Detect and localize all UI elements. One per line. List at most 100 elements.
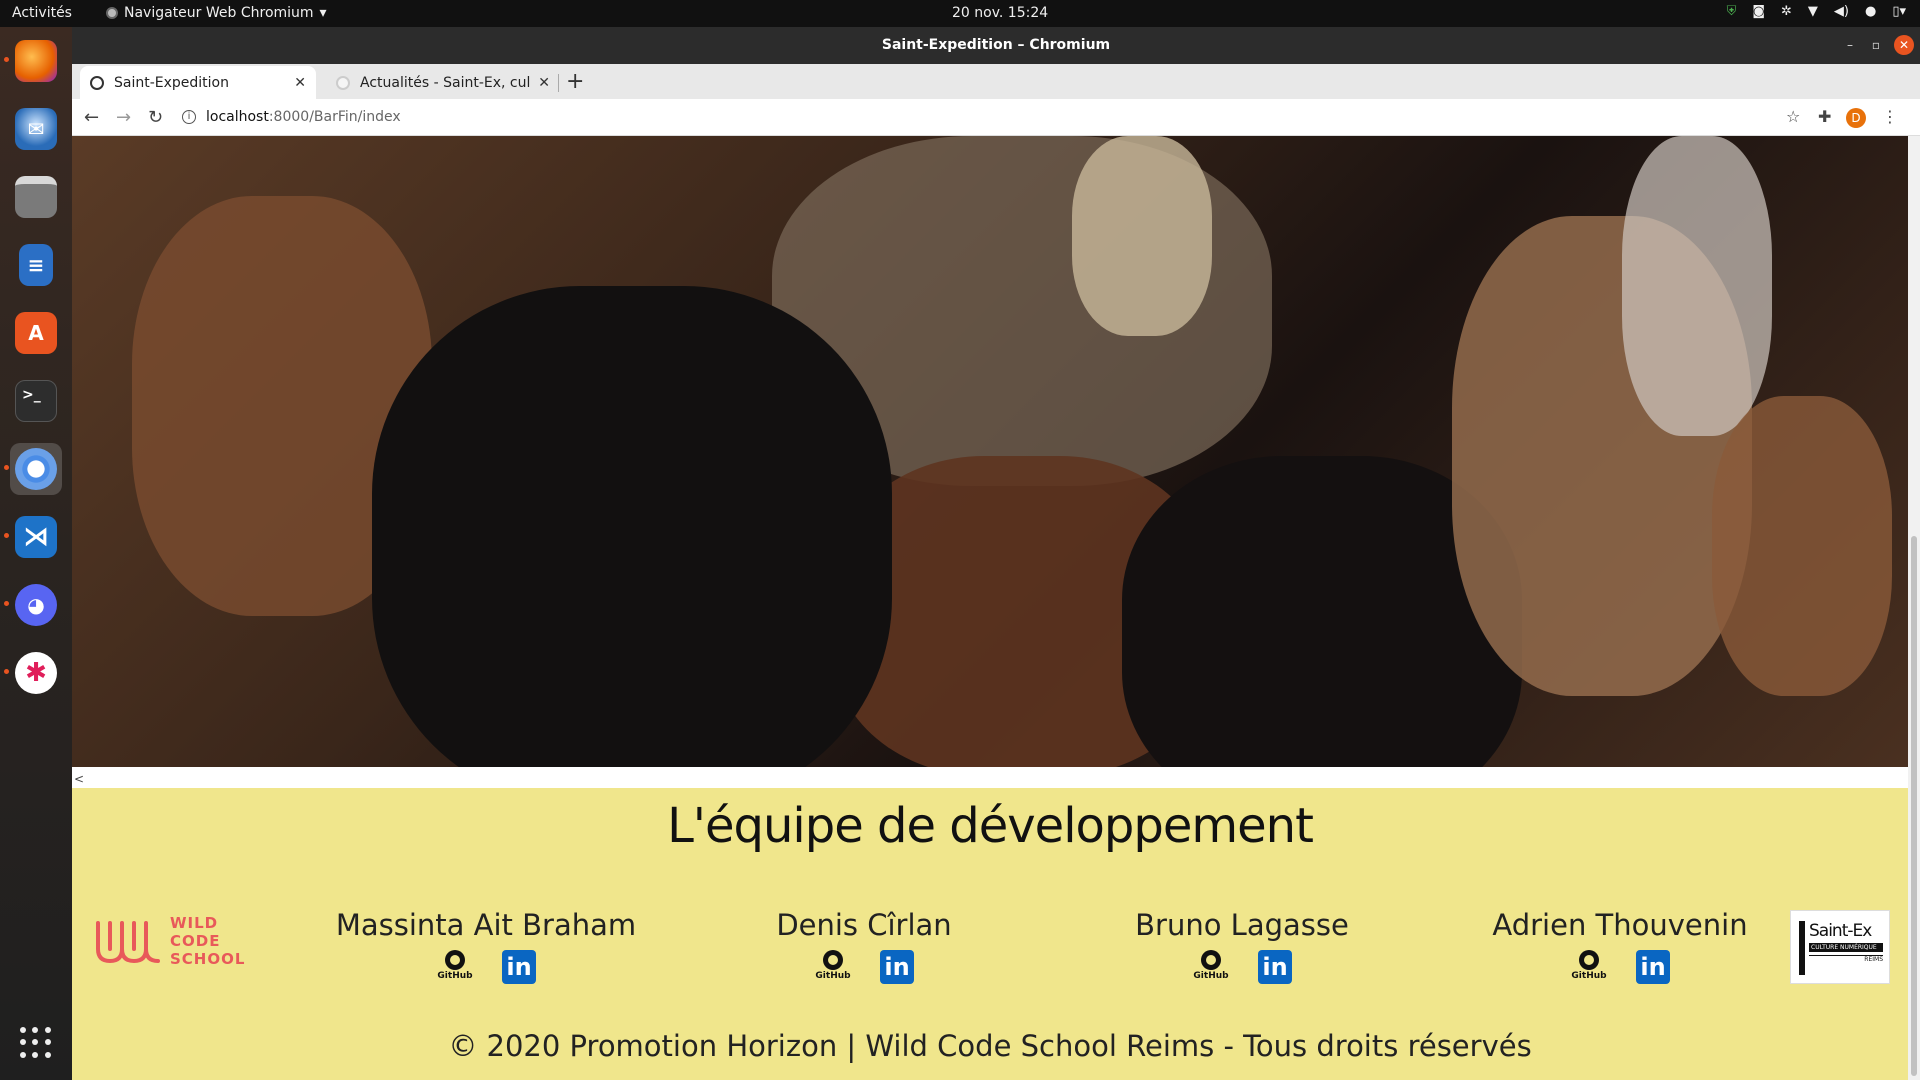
- dock-firefox[interactable]: [4, 35, 62, 87]
- window-title: Saint-Expedition – Chromium: [881, 37, 1111, 53]
- github-icon[interactable]: GitHub: [436, 950, 474, 984]
- saint-ex-logo-title: Saint-Ex: [1809, 921, 1872, 941]
- member-name: Bruno Lagasse: [1135, 908, 1349, 942]
- activities-button[interactable]: Activités: [12, 5, 72, 21]
- terminal-icon: >_: [15, 380, 57, 422]
- team-member: Denis Cîrlan GitHub in: [704, 908, 1024, 984]
- window-titlebar[interactable]: Saint-Expedition – Chromium – ▫ ✕: [72, 27, 1920, 64]
- tab-label: Saint-Expedition: [114, 74, 229, 91]
- dock-ubuntu-software[interactable]: A: [10, 307, 62, 359]
- tab-bar: Saint-Expedition ✕ Actualités - Saint-Ex…: [72, 64, 1920, 99]
- slack-icon: ✱: [15, 652, 57, 694]
- running-indicator: [4, 465, 9, 470]
- site-info-icon[interactable]: i: [182, 110, 196, 124]
- copyright-text: © 2020 Promotion Horizon | Wild Code Sch…: [448, 1029, 1532, 1063]
- firefox-icon: [15, 40, 57, 82]
- clock[interactable]: 20 nov. 15:24: [952, 5, 1048, 21]
- member-name: Massinta Ait Braham: [335, 908, 637, 942]
- menu-icon[interactable]: ⋮: [1882, 107, 1898, 126]
- running-indicator: [4, 57, 9, 62]
- github-icon[interactable]: GitHub: [1570, 950, 1608, 984]
- maximize-icon[interactable]: ▫: [1866, 35, 1886, 55]
- page-scrollbar[interactable]: [1908, 136, 1920, 1080]
- team-member: Massinta Ait Braham GitHub in: [326, 908, 646, 984]
- minimize-icon[interactable]: –: [1840, 35, 1860, 55]
- saint-ex-logo-city: REIMS: [1809, 955, 1883, 963]
- thunderbird-icon: ✉: [15, 108, 57, 150]
- saint-ex-logo-subtitle: CULTURE NUMÉRIQUE: [1809, 943, 1883, 952]
- tab-favicon: [336, 75, 350, 90]
- github-icon[interactable]: GitHub: [1192, 950, 1230, 984]
- battery-icon[interactable]: ▯▾: [1892, 4, 1906, 19]
- wifi-icon[interactable]: ▼: [1808, 4, 1818, 19]
- reload-icon[interactable]: ↻: [148, 107, 163, 128]
- discord-tray-icon[interactable]: ◙: [1752, 4, 1765, 19]
- extensions-icon[interactable]: ✚: [1818, 107, 1831, 126]
- volume-icon[interactable]: ◀): [1834, 4, 1849, 19]
- system-top-bar: Activités Navigateur Web Chromium ▾ 20 n…: [0, 0, 1920, 27]
- tab-actualites[interactable]: Actualités - Saint-Ex, cultu ✕: [326, 66, 560, 99]
- tab-label: Actualités - Saint-Ex, cultu: [360, 74, 530, 91]
- close-window-icon[interactable]: ✕: [1894, 35, 1914, 55]
- running-indicator: [4, 601, 9, 606]
- member-name: Adrien Thouvenin: [1492, 908, 1748, 942]
- back-icon[interactable]: ←: [84, 107, 99, 128]
- discord-icon: ◕: [15, 584, 57, 626]
- forward-icon[interactable]: →: [116, 107, 131, 128]
- linkedin-icon[interactable]: in: [502, 950, 536, 984]
- browser-toolbar: ← → ↻ i localhost :8000/BarFin/index ☆ ✚…: [72, 99, 1920, 136]
- browser-window: Saint-Expedition – Chromium – ▫ ✕ Saint-…: [72, 27, 1920, 1080]
- url-host: localhost: [206, 109, 269, 125]
- saint-ex-logo[interactable]: Saint-Ex CULTURE NUMÉRIQUE REIMS: [1790, 910, 1890, 984]
- linkedin-icon[interactable]: in: [1258, 950, 1292, 984]
- ubuntu-software-icon: A: [15, 312, 57, 354]
- writer-icon: ≡: [19, 244, 53, 286]
- member-name: Denis Cîrlan: [776, 908, 952, 942]
- github-icon[interactable]: GitHub: [814, 950, 852, 984]
- dock-files[interactable]: [10, 171, 62, 223]
- microphone-icon[interactable]: ●: [1865, 4, 1876, 19]
- close-tab-icon[interactable]: ✕: [538, 75, 550, 91]
- web-page: < L'équipe de développement WILD CODE SC…: [72, 136, 1908, 1080]
- dock-discord[interactable]: ◕: [4, 579, 62, 631]
- footer: L'équipe de développement WILD CODE SCHO…: [72, 788, 1908, 1080]
- profile-avatar[interactable]: D: [1846, 108, 1866, 128]
- url-path: :8000/BarFin/index: [268, 109, 401, 125]
- scrollbar-thumb[interactable]: [1911, 536, 1917, 1076]
- tab-saint-expedition[interactable]: Saint-Expedition ✕: [80, 66, 316, 99]
- running-indicator: [4, 669, 9, 674]
- running-indicator: [4, 533, 9, 538]
- hero-image: [72, 136, 1908, 767]
- system-tray[interactable]: ⛨ ◙ ✲ ▼ ◀) ● ▯▾: [1727, 4, 1906, 19]
- new-tab-icon[interactable]: +: [566, 69, 584, 94]
- bookmark-star-icon[interactable]: ☆: [1786, 107, 1800, 126]
- dock-chromium[interactable]: [4, 443, 62, 495]
- dock-thunderbird[interactable]: ✉: [10, 103, 62, 155]
- carousel-prev-button[interactable]: <: [74, 772, 84, 786]
- team-member: Bruno Lagasse GitHub in: [1082, 908, 1402, 984]
- linkedin-icon[interactable]: in: [880, 950, 914, 984]
- linkedin-icon[interactable]: in: [1636, 950, 1670, 984]
- tab-separator: [558, 74, 559, 92]
- shield-icon[interactable]: ⛨: [1727, 4, 1737, 19]
- slack-tray-icon[interactable]: ✲: [1781, 4, 1792, 19]
- dock-writer[interactable]: ≡: [10, 239, 62, 291]
- close-tab-icon[interactable]: ✕: [294, 75, 306, 91]
- vscode-icon: ⋊: [15, 516, 57, 558]
- team-title: L'équipe de développement: [667, 798, 1314, 854]
- wcs-mark-icon: [96, 921, 160, 964]
- chevron-down-icon: ▾: [319, 5, 327, 21]
- app-menu-label: Navigateur Web Chromium: [124, 5, 314, 21]
- dock-vscode[interactable]: ⋊: [4, 511, 62, 563]
- team-member: Adrien Thouvenin GitHub in: [1460, 908, 1780, 984]
- tab-favicon: [90, 75, 104, 90]
- address-bar[interactable]: i localhost :8000/BarFin/index: [182, 103, 1858, 131]
- chromium-dock-icon: [15, 448, 57, 490]
- show-applications-icon[interactable]: [20, 1027, 52, 1059]
- dock-slack[interactable]: ✱: [4, 647, 62, 699]
- wcs-logo-text: WILD CODE SCHOOL: [170, 914, 246, 968]
- app-menu[interactable]: Navigateur Web Chromium ▾: [106, 5, 327, 21]
- wild-code-school-logo[interactable]: WILD CODE SCHOOL: [94, 914, 245, 968]
- dock: ✉ ≡ A >_ ⋊ ◕ ✱: [0, 27, 72, 1080]
- dock-terminal[interactable]: >_: [10, 375, 62, 427]
